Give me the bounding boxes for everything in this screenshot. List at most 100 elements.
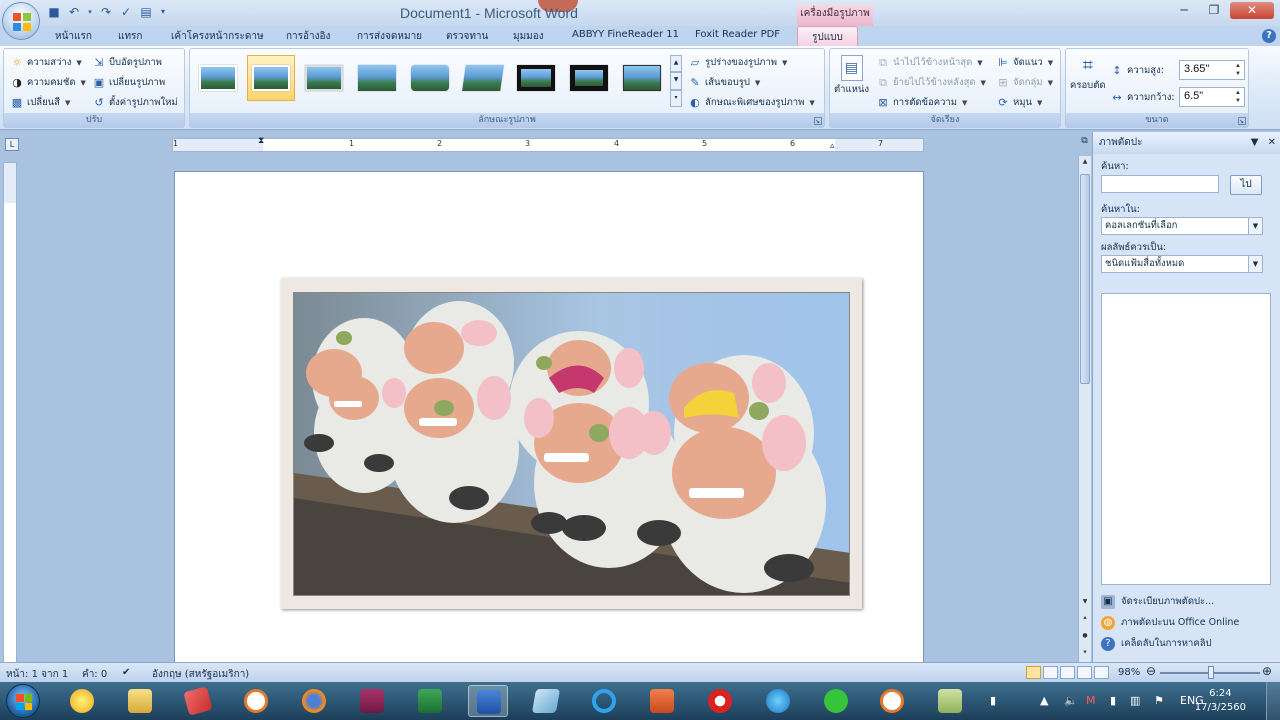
- scroll-thumb[interactable]: [1080, 174, 1090, 384]
- excel-icon[interactable]: [410, 685, 450, 717]
- taskbar-search-app-icon[interactable]: [872, 685, 912, 717]
- width-spinner[interactable]: ▲ ▼: [1233, 89, 1243, 105]
- start-button[interactable]: [6, 684, 40, 718]
- file-explorer-icon[interactable]: [120, 685, 160, 717]
- redo-icon[interactable]: ↷: [98, 4, 114, 20]
- previous-page-button[interactable]: ⯅: [1079, 613, 1091, 625]
- battery-icon[interactable]: ▮: [1110, 694, 1116, 707]
- picture-style-thumb[interactable]: [512, 55, 560, 101]
- gallery-up-button[interactable]: ▲: [670, 55, 682, 73]
- recolor-button[interactable]: ▩ เปลี่ยนสี ▼: [10, 95, 71, 110]
- tray-expand-icon[interactable]: ▲: [1040, 694, 1048, 707]
- picture-style-thumb[interactable]: [406, 55, 454, 101]
- picture-style-thumb[interactable]: [300, 55, 348, 101]
- text-wrapping-button[interactable]: ⊠ การตัดข้อความ ▼: [876, 95, 967, 110]
- tab-foxit[interactable]: Foxit Reader PDF: [695, 29, 780, 40]
- print-preview-icon[interactable]: ▤: [138, 4, 154, 20]
- restore-button[interactable]: ❐: [1200, 2, 1228, 19]
- tab-format[interactable]: รูปแบบ: [797, 26, 858, 47]
- scroll-up-button[interactable]: ▲: [1079, 156, 1091, 168]
- picture-shape-button[interactable]: ▱ รูปร่างของรูปภาพ ▼: [688, 55, 788, 70]
- proofing-icon[interactable]: ✔: [122, 667, 130, 678]
- minimize-button[interactable]: ─: [1170, 2, 1198, 19]
- taskbar-app-icon[interactable]: [526, 685, 566, 717]
- taskbar-search-app-icon[interactable]: [236, 685, 276, 717]
- gallery-more-button[interactable]: ▾: [670, 89, 682, 107]
- clip-art-online-link[interactable]: ◍ ภาพตัดปะบน Office Online: [1101, 615, 1239, 630]
- draft-view-button[interactable]: [1094, 666, 1109, 679]
- picture-style-thumb[interactable]: [618, 55, 666, 101]
- clock[interactable]: 6:24 17/3/2560: [1195, 687, 1246, 715]
- line-app-icon[interactable]: [816, 685, 856, 717]
- search-input[interactable]: [1101, 175, 1219, 193]
- results-dropdown[interactable]: ชนิดแฟ้มสื่อทั้งหมด ▼: [1101, 255, 1263, 273]
- help-icon[interactable]: ?: [1262, 29, 1276, 43]
- gallery-down-button[interactable]: ▼: [670, 72, 682, 90]
- office-button[interactable]: [2, 2, 40, 40]
- media-player-icon[interactable]: [758, 685, 798, 717]
- picture-effects-button[interactable]: ◐ ลักษณะพิเศษของรูปภาพ ▼: [688, 95, 815, 110]
- picture-style-thumb-selected[interactable]: [247, 55, 295, 101]
- picture-frame[interactable]: [281, 278, 862, 609]
- search-in-dropdown[interactable]: คอลเลกชันที่เลือก ▼: [1101, 217, 1263, 235]
- tab-page-layout[interactable]: เค้าโครงหน้ากระดาษ: [171, 29, 264, 44]
- task-pane-close-icon[interactable]: ✕: [1268, 137, 1276, 148]
- picture-style-thumb[interactable]: [194, 55, 242, 101]
- tab-abbyy[interactable]: ABBYY FineReader 11: [572, 29, 679, 40]
- tips-link[interactable]: ? เคล็ดลับในการหาคลิป: [1101, 636, 1212, 651]
- brightness-button[interactable]: ☼ ความสว่าง ▼: [10, 55, 82, 70]
- horizontal-ruler[interactable]: 1 1 2 3 4 5 6 7 ⧗ ▵: [172, 136, 924, 152]
- document-page[interactable]: [174, 171, 924, 662]
- taskbar-app-icon[interactable]: [352, 685, 392, 717]
- language-indicator[interactable]: อังกฤษ (สหรัฐอเมริกา): [152, 667, 249, 682]
- task-pane-options-icon[interactable]: ▼: [1251, 137, 1259, 148]
- firefox-icon[interactable]: [294, 685, 334, 717]
- taskbar-app-icon[interactable]: [62, 685, 102, 717]
- indent-marker-icon[interactable]: ⧗: [258, 136, 264, 146]
- picture-style-thumb[interactable]: [565, 55, 613, 101]
- height-spinner[interactable]: ▲ ▼: [1233, 62, 1243, 78]
- action-center-icon[interactable]: ⚑: [1154, 694, 1164, 707]
- results-list[interactable]: [1101, 293, 1271, 585]
- position-button[interactable]: ▤ ตำแหน่ง: [834, 55, 869, 97]
- rotate-button[interactable]: ⟳ หมุน ▼: [996, 95, 1042, 110]
- picture-style-thumb[interactable]: [353, 55, 401, 101]
- picture-border-button[interactable]: ✎ เส้นขอบรูป ▼: [688, 75, 760, 90]
- send-to-back-button[interactable]: ⧉ ย้ายไปไว้ข้างหลังสุด ▼: [876, 75, 986, 90]
- bring-to-front-button[interactable]: ⧉ นำไปไว้ข้างหน้าสุด ▼: [876, 55, 983, 70]
- change-picture-button[interactable]: ▣ เปลี่ยนรูปภาพ: [92, 75, 165, 90]
- picture-style-thumb[interactable]: [459, 55, 507, 101]
- reset-picture-button[interactable]: ↺ ตั้งค่ารูปภาพใหม่: [92, 95, 177, 110]
- dialog-launcher-icon[interactable]: ↘: [814, 117, 822, 125]
- next-page-button[interactable]: ⯆: [1079, 647, 1091, 659]
- web-layout-view-button[interactable]: [1060, 666, 1075, 679]
- tab-home[interactable]: หน้าแรก: [55, 29, 92, 44]
- spelling-check-icon[interactable]: ✓: [118, 4, 134, 20]
- undo-icon[interactable]: ↶: [66, 4, 82, 20]
- browse-object-button[interactable]: ●: [1079, 630, 1091, 642]
- tab-selector[interactable]: L: [5, 138, 19, 151]
- align-button[interactable]: ⊫ จัดแนว ▼: [996, 55, 1053, 70]
- full-screen-reading-view-button[interactable]: [1043, 666, 1058, 679]
- document-vertical-scrollbar[interactable]: ▲ ▼ ⯅ ● ⯆: [1078, 156, 1091, 662]
- zoom-slider-handle[interactable]: [1208, 666, 1214, 679]
- right-indent-marker-icon[interactable]: ▵: [830, 141, 835, 151]
- chevron-down-icon[interactable]: ▼: [1248, 256, 1262, 272]
- tab-view[interactable]: มุมมอง: [513, 29, 544, 44]
- view-ruler-toggle-icon[interactable]: ⧉: [1078, 136, 1091, 150]
- undo-dropdown-icon[interactable]: ▾: [86, 4, 94, 20]
- vertical-ruler[interactable]: [3, 162, 17, 663]
- word-icon[interactable]: [468, 685, 508, 717]
- tab-insert[interactable]: แทรก: [118, 29, 142, 44]
- contrast-button[interactable]: ◑ ความคมชัด ▼: [10, 75, 86, 90]
- antivirus-tray-icon[interactable]: M: [1086, 694, 1096, 707]
- organize-clips-link[interactable]: ▣ จัดระเบียบภาพตัดปะ...: [1101, 594, 1214, 609]
- camera-tray-icon[interactable]: ▮: [990, 694, 996, 707]
- word-count[interactable]: คำ: 0: [82, 667, 107, 682]
- network-icon[interactable]: ▥: [1130, 694, 1140, 707]
- show-desktop-button[interactable]: [1266, 682, 1280, 720]
- inserted-picture[interactable]: [293, 292, 850, 596]
- print-layout-view-button[interactable]: [1026, 666, 1041, 679]
- close-button[interactable]: ✕: [1230, 2, 1274, 19]
- taskbar-app-icon[interactable]: [700, 685, 740, 717]
